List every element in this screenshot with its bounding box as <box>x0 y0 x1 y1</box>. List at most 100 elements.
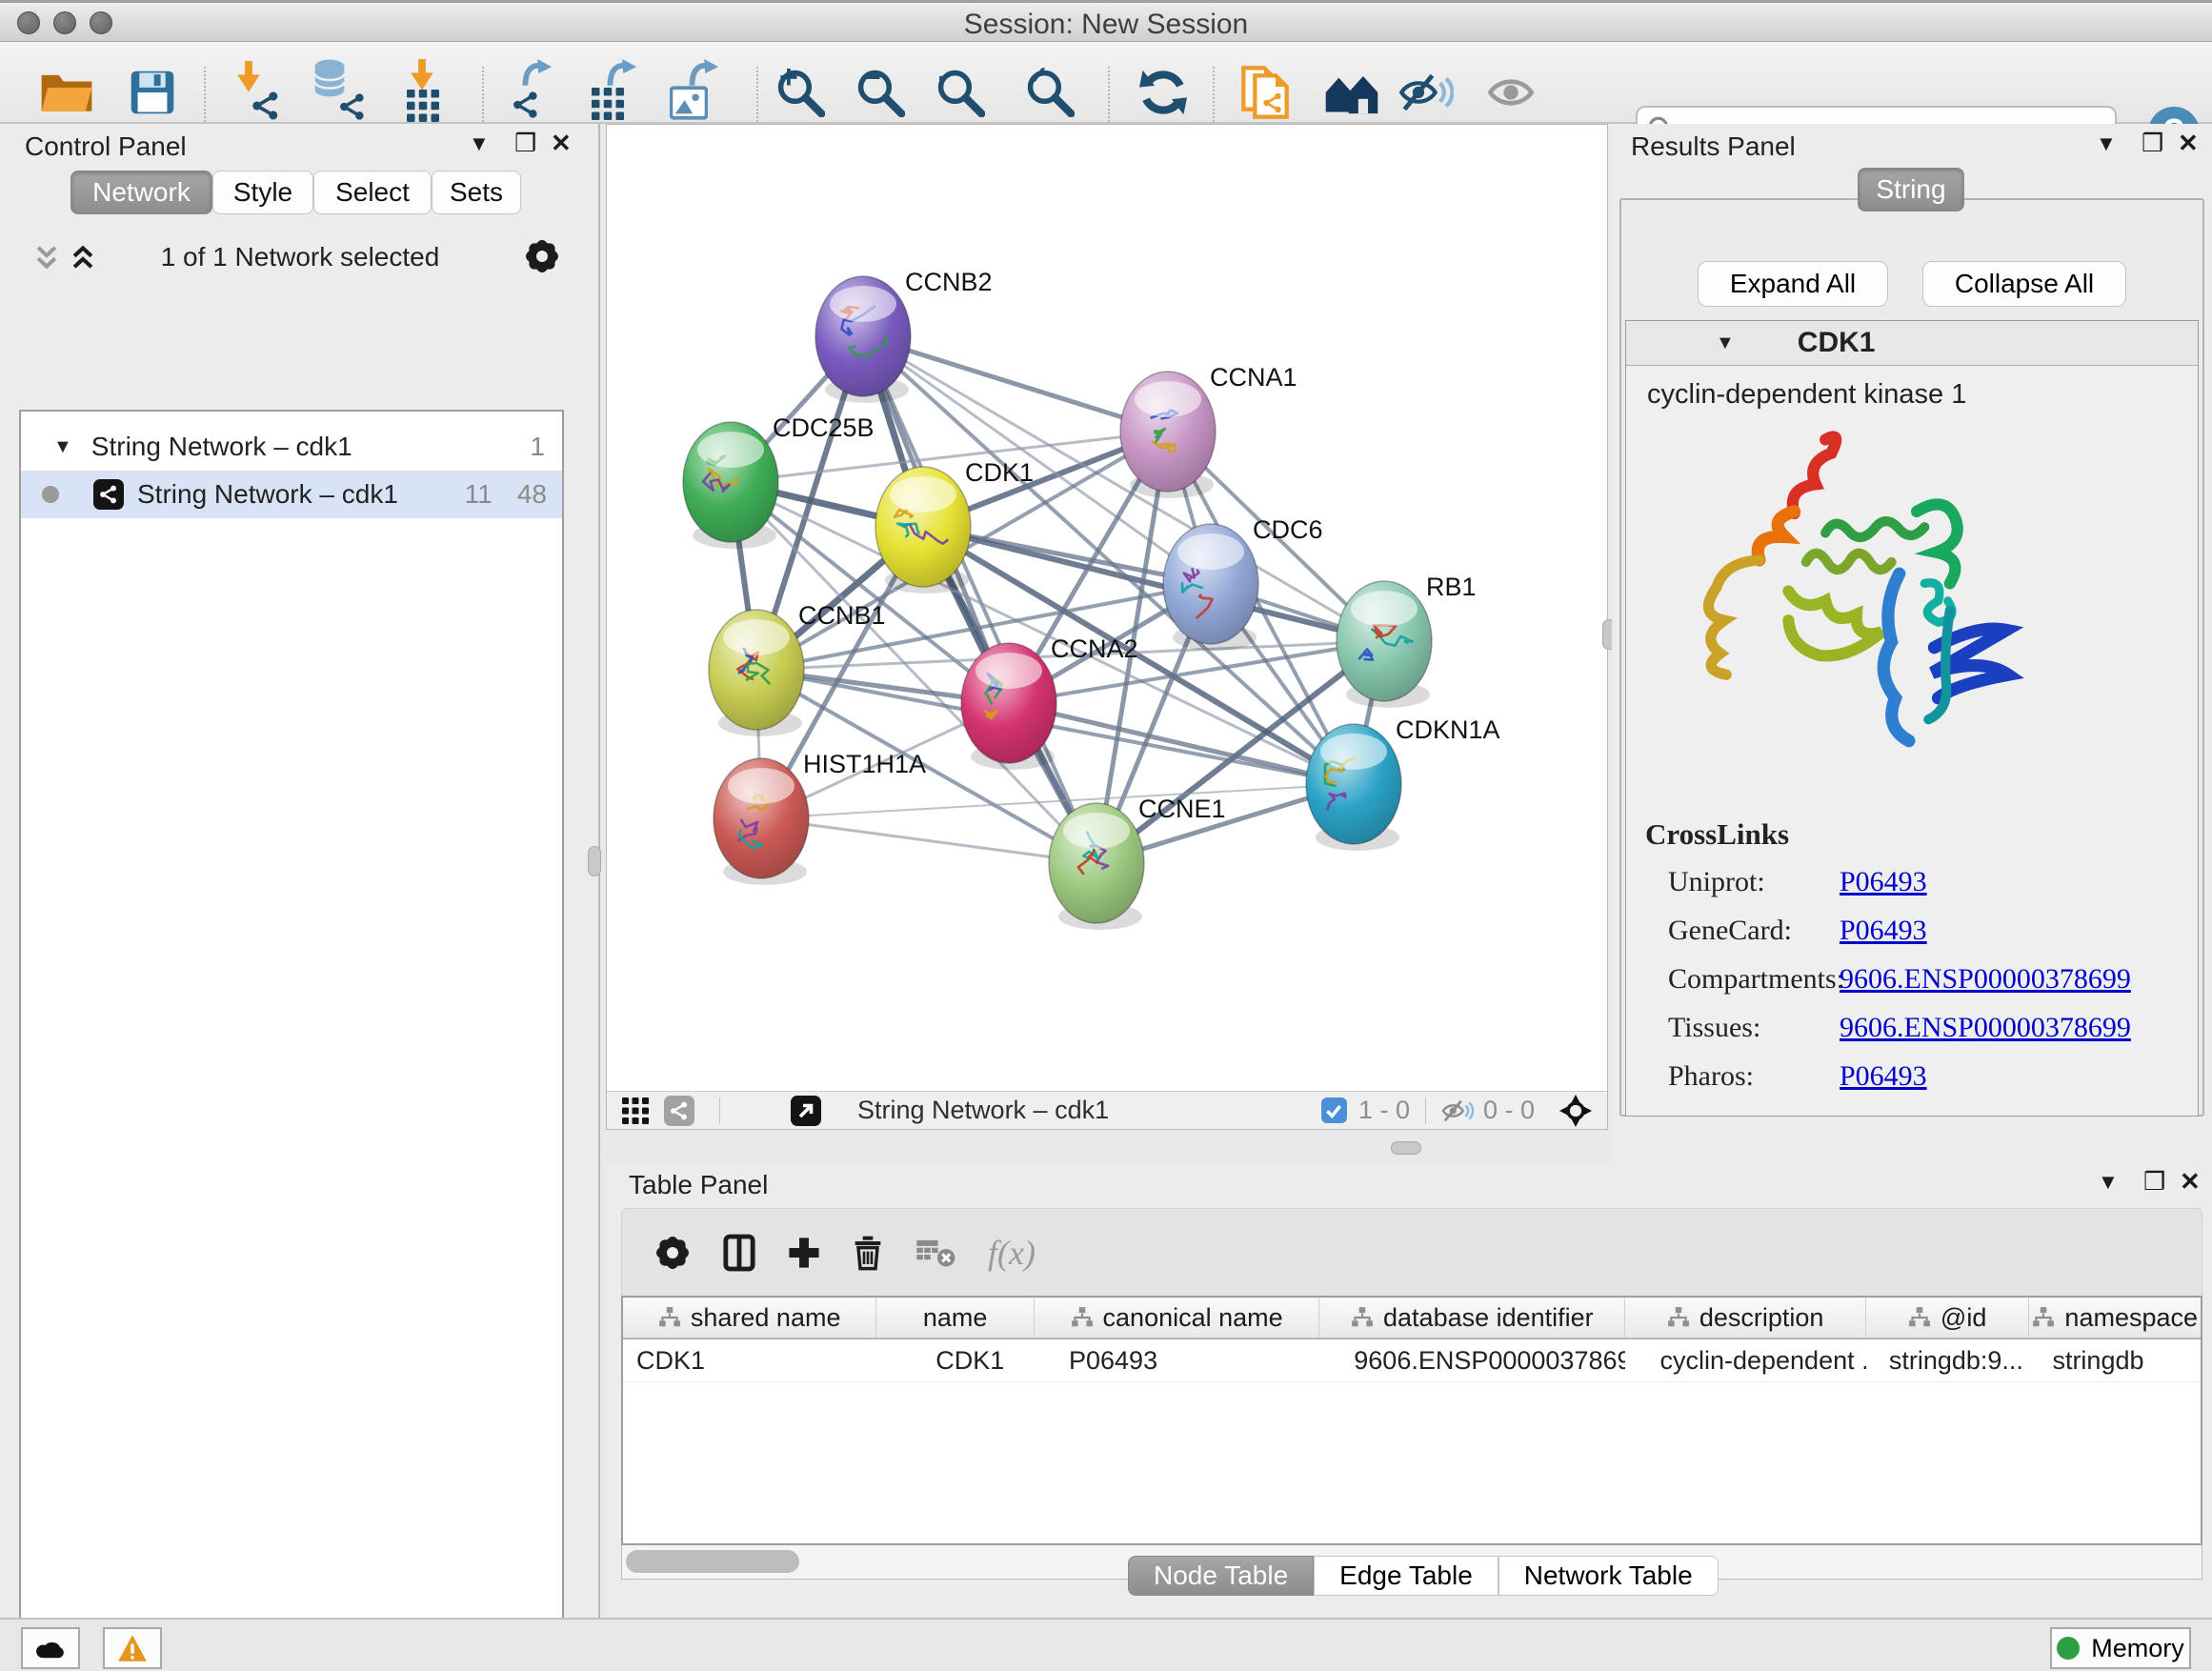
section-collapse-icon[interactable]: ▼ <box>1716 332 1735 354</box>
network-canvas[interactable]: CCNB2 CCNA1 CDC25BCDK1 CDC6RB1 CCNB1 CCNA2 CDK… <box>607 125 1607 1091</box>
clone-network-button[interactable] <box>1238 63 1299 124</box>
crosslink-value-link[interactable]: P06493 <box>1840 1060 1927 1092</box>
float-panel-icon[interactable]: ❒ <box>514 129 536 158</box>
network-node-CCNB1[interactable]: CCNB1 <box>709 601 886 736</box>
column-header[interactable]: name <box>876 1298 1035 1338</box>
network-collection-row[interactable]: ▼ String Network – cdk1 1 <box>21 423 562 471</box>
birds-eye-view-icon[interactable] <box>1559 1095 1592 1127</box>
left-splitter-handle[interactable] <box>588 846 601 876</box>
network-row-selected[interactable]: String Network – cdk1 11 48 <box>21 471 562 518</box>
network-node-CDC6[interactable]: CDC6 <box>1163 515 1323 651</box>
import-network-file-button[interactable] <box>229 63 290 124</box>
collection-count: 1 <box>530 432 545 462</box>
close-panel-icon[interactable]: ✕ <box>551 129 572 158</box>
network-view-panel[interactable]: CCNB2 CCNA1 CDC25BCDK1 CDC6RB1 CCNB1 CCNA2 CDK… <box>606 124 1608 1130</box>
hidden-eye-icon <box>1441 1098 1474 1123</box>
string-home-button[interactable] <box>1321 63 1382 124</box>
column-header[interactable]: namespace <box>2029 1298 2201 1338</box>
export-image-button[interactable] <box>666 63 727 124</box>
delete-column-icon[interactable] <box>853 1235 883 1271</box>
import-network-database-button[interactable] <box>311 63 372 124</box>
column-header[interactable]: database identifier <box>1319 1298 1625 1338</box>
zoom-in-button[interactable]: + <box>770 63 831 124</box>
warnings-button[interactable] <box>103 1627 162 1669</box>
expand-all-button[interactable]: Expand All <box>1698 261 1888 307</box>
scrollbar-thumb[interactable] <box>626 1550 799 1573</box>
zoom-out-button[interactable]: − <box>850 63 911 124</box>
float-panel-icon[interactable]: ❒ <box>2143 1167 2165 1197</box>
memory-ok-icon <box>2057 1637 2080 1660</box>
crosslink-label: Pharos: <box>1668 1052 1840 1100</box>
node-table[interactable]: shared name name canonical name database… <box>621 1296 2202 1545</box>
network-node-CCNA1[interactable]: CCNA1 <box>1120 363 1297 498</box>
crosslinks-list: Uniprot:P06493 GeneCard:P06493 Compartme… <box>1668 857 2198 1100</box>
gene-section-header[interactable]: ▼ CDK1 <box>1626 321 2198 366</box>
tab-node-table[interactable]: Node Table <box>1128 1556 1314 1596</box>
show-columns-icon[interactable] <box>723 1234 755 1272</box>
network-node-count: 11 <box>465 479 493 510</box>
network-edge[interactable] <box>1009 703 1354 784</box>
string-view-badge-icon[interactable] <box>664 1096 694 1126</box>
network-node-RB1[interactable]: RB1 <box>1337 573 1477 708</box>
horizontal-splitter-handle[interactable] <box>1391 1141 1421 1155</box>
crosslink-value-link[interactable]: P06493 <box>1840 915 1927 946</box>
tab-select[interactable]: Select <box>313 171 432 214</box>
cloud-status-button[interactable] <box>21 1627 80 1669</box>
column-header[interactable]: shared name <box>623 1298 876 1338</box>
collapse-all-button[interactable]: Collapse All <box>1922 261 2126 307</box>
column-header[interactable]: @id <box>1866 1298 2030 1338</box>
hide-selected-button[interactable] <box>1396 63 1457 124</box>
show-all-button[interactable] <box>1480 63 1541 124</box>
table-options-gear-icon[interactable] <box>654 1235 691 1271</box>
tab-network-table[interactable]: Network Table <box>1498 1556 1719 1596</box>
panel-menu-icon[interactable]: ▼ <box>469 131 490 156</box>
results-panel-title: Results Panel <box>1631 131 1796 162</box>
string-network-badge-icon <box>93 479 124 510</box>
node-label: CDC25B <box>773 413 875 442</box>
tab-network[interactable]: Network <box>70 171 212 214</box>
open-session-button[interactable] <box>36 63 97 124</box>
column-header[interactable]: canonical name <box>1035 1298 1319 1338</box>
zoom-selected-button[interactable]: ✓ <box>1019 63 1080 124</box>
table-panel: Table Panel ▼ ❒ ✕ f(x) shared name name … <box>606 1164 2212 1618</box>
node-label: CCNA1 <box>1210 363 1297 392</box>
tab-sets[interactable]: Sets <box>432 171 521 214</box>
tab-string[interactable]: String <box>1858 168 1964 211</box>
open-in-window-icon[interactable] <box>791 1096 821 1126</box>
network-edge[interactable] <box>863 336 1096 863</box>
close-panel-icon[interactable]: ✕ <box>2178 129 2199 158</box>
network-node-CCNE1[interactable]: CCNE1 <box>1049 795 1226 930</box>
network-node-CDK1[interactable]: CDK1 <box>875 458 1034 594</box>
collection-expand-icon[interactable]: ▼ <box>53 436 72 458</box>
memory-status-button[interactable]: Memory <box>2050 1627 2191 1669</box>
network-node-HIST1H1A[interactable]: HIST1H1A <box>714 750 926 885</box>
network-options-gear-icon[interactable] <box>524 238 560 274</box>
crosslink-value-link[interactable]: 9606.ENSP00000378699 <box>1840 1012 2131 1043</box>
toolbar-separator <box>204 67 206 122</box>
network-edge[interactable] <box>761 818 1096 863</box>
zoom-fit-content-button[interactable]: ⌐ <box>930 63 991 124</box>
save-session-button[interactable] <box>122 63 183 124</box>
close-panel-icon[interactable]: ✕ <box>2180 1167 2201 1197</box>
panel-menu-icon[interactable]: ▼ <box>2096 131 2117 156</box>
network-node-CDKN1A[interactable]: CDKN1A <box>1306 715 1500 851</box>
export-table-button[interactable] <box>586 63 647 124</box>
crosslink-value-link[interactable]: P06493 <box>1840 866 1927 897</box>
selected-checkbox-icon[interactable] <box>1321 1097 1347 1123</box>
tab-edge-table[interactable]: Edge Table <box>1314 1556 1498 1596</box>
network-node-CCNB2[interactable]: CCNB2 <box>815 268 993 403</box>
grid-view-icon[interactable] <box>622 1097 649 1124</box>
table-row[interactable]: CDK1 CDK1 P06493 9606.ENSP00000378699 cy… <box>623 1339 2201 1382</box>
refresh-view-button[interactable] <box>1133 63 1194 124</box>
add-column-icon[interactable] <box>788 1237 820 1269</box>
float-panel-icon[interactable]: ❒ <box>2142 129 2163 158</box>
network-node-CCNA2[interactable]: CCNA2 <box>961 634 1138 770</box>
table-header-row: shared name name canonical name database… <box>623 1298 2201 1339</box>
import-table-file-button[interactable] <box>395 63 456 124</box>
crosslink-value-link[interactable]: 9606.ENSP00000378699 <box>1840 963 2131 995</box>
tab-style[interactable]: Style <box>212 171 313 214</box>
column-header[interactable]: description <box>1625 1298 1865 1338</box>
panel-menu-icon[interactable]: ▼ <box>2098 1170 2119 1195</box>
export-network-button[interactable] <box>505 63 566 124</box>
network-node-CDC25B[interactable]: CDC25B <box>683 413 875 549</box>
